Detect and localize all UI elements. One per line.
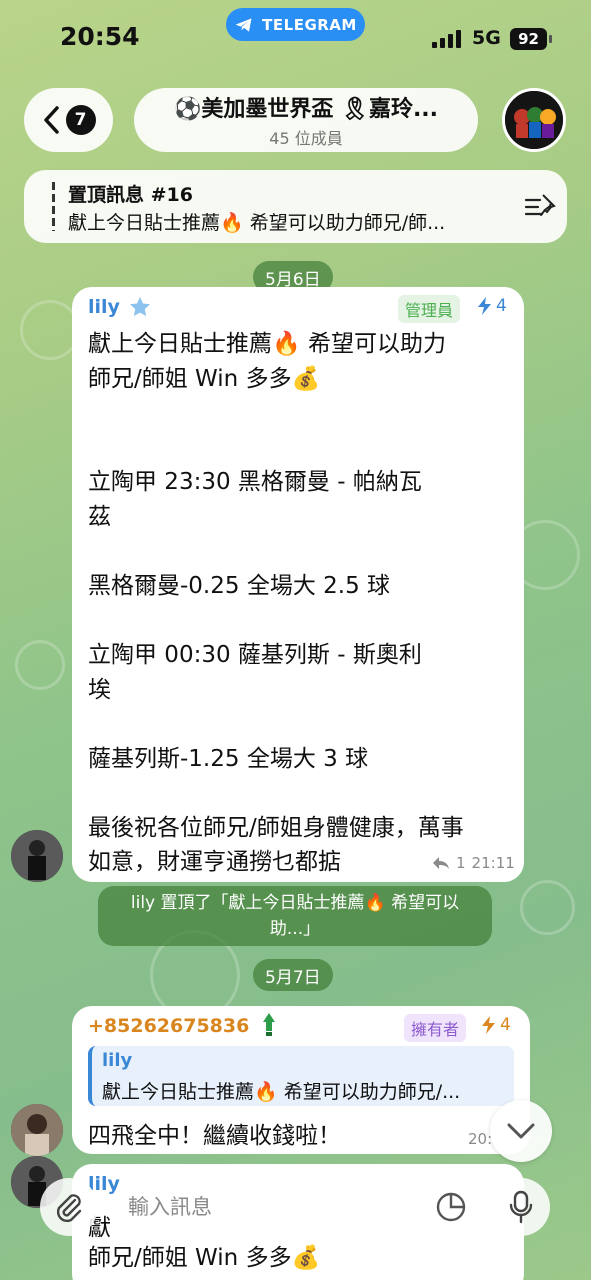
paperclip-icon xyxy=(56,1194,82,1223)
mascots-icon xyxy=(505,91,563,149)
quote-text: 獻上今日貼士推薦🔥 希望可以助力師兄/... xyxy=(102,1081,461,1103)
service-line: 助...」 xyxy=(269,919,321,939)
reply-count: 1 xyxy=(456,854,466,872)
boost-icon xyxy=(482,1016,495,1034)
attach-button[interactable] xyxy=(40,1178,98,1236)
background-doodle xyxy=(15,640,65,690)
chat-title: ⚽美加墨世界盃 🎗嘉玲... xyxy=(173,97,439,122)
sender-name[interactable]: lily xyxy=(88,296,120,318)
message-line: 立陶甲 23:30 黑格爾曼 - 帕納瓦 xyxy=(88,469,422,495)
sticker-icon[interactable] xyxy=(434,1190,468,1224)
message-line: 最後祝各位師兄/師姐身體健康，萬事 xyxy=(88,815,464,841)
message-line: 茲 xyxy=(88,504,111,530)
group-avatar[interactable] xyxy=(502,88,566,152)
background-doodle xyxy=(520,880,575,935)
battery-tip xyxy=(549,35,552,43)
status-time: 20:54 xyxy=(60,22,140,51)
user-avatar[interactable] xyxy=(11,1104,63,1156)
telegram-label: TELEGRAM xyxy=(262,15,357,34)
reply-icon xyxy=(433,857,449,869)
scroll-down-button[interactable] xyxy=(490,1100,552,1162)
pin-service-message[interactable]: lily 置頂了「獻上今日貼士推薦🔥 希望可以 助...」 xyxy=(98,886,492,946)
message-line: 師兄/師姐 Win 多多💰 xyxy=(88,1245,321,1271)
message-bubble[interactable]: lily 管理員 4 獻上今日貼士推薦🔥 希望可以助力 師兄/師姐 Win 多多… xyxy=(72,287,524,882)
reply-quote[interactable]: lily 獻上今日貼士推薦🔥 希望可以助力師兄/... xyxy=(88,1046,514,1106)
telegram-pill[interactable]: TELEGRAM xyxy=(226,8,365,41)
microphone-button[interactable] xyxy=(492,1178,550,1236)
pinned-indicator xyxy=(52,182,55,231)
boost-icon xyxy=(478,297,491,315)
chevron-left-icon xyxy=(43,106,59,134)
message-line: 立陶甲 00:30 薩基列斯 - 斯奧利 xyxy=(88,642,422,668)
message-line: 埃 xyxy=(88,677,111,703)
unread-badge: 7 xyxy=(65,105,96,135)
message-line: 如意，財運亨通撈乜都掂 xyxy=(88,849,341,875)
star-icon xyxy=(130,297,150,317)
background-doodle xyxy=(20,300,80,360)
boost-value: 4 xyxy=(496,296,507,316)
message-time: 21:11 xyxy=(471,854,515,872)
sender-name[interactable]: +85262675836 xyxy=(88,1015,249,1037)
boost-count: 4 xyxy=(480,1015,511,1035)
message-line: 師兄/師姐 Win 多多💰 xyxy=(88,366,321,392)
quote-sender: lily xyxy=(102,1050,133,1071)
battery-icon: 92 xyxy=(510,28,547,50)
network-type: 5G xyxy=(472,27,501,49)
message-line: 黑格爾曼-0.25 全場大 2.5 球 xyxy=(88,573,391,599)
date-chip: 5月7日 xyxy=(253,959,333,991)
avatar-photo xyxy=(11,1104,63,1156)
service-line: lily 置頂了「獻上今日貼士推薦🔥 希望可以 xyxy=(130,893,460,913)
boost-count: 4 xyxy=(476,296,507,316)
rocket-emoji-icon xyxy=(263,1013,275,1036)
message-line: 四飛全中！繼續收錢啦！ xyxy=(88,1123,341,1149)
chevron-down-icon xyxy=(507,1123,535,1139)
chat-header[interactable]: ⚽美加墨世界盃 🎗嘉玲... 45 位成員 xyxy=(134,88,478,152)
pinned-message[interactable]: 置頂訊息 #16 獻上今日貼士推薦🔥 希望可以助力師兄/師... xyxy=(24,170,567,243)
back-button[interactable]: 7 xyxy=(24,88,113,152)
message-line: 獻上今日貼士推薦🔥 希望可以助力 xyxy=(88,331,446,357)
message-input-container[interactable] xyxy=(110,1178,484,1236)
pin-list-icon[interactable] xyxy=(524,192,560,222)
message-line: 薩基列斯-1.25 全場大 3 球 xyxy=(88,746,369,772)
avatar-photo xyxy=(11,830,63,882)
signal-icon xyxy=(432,30,461,48)
microphone-icon xyxy=(509,1190,533,1224)
message-meta: 1 21:11 xyxy=(432,854,515,872)
message-time: 20: xyxy=(468,1130,493,1148)
message-bubble[interactable]: +85262675836 擁有者 4 lily 獻上今日貼士推薦🔥 希望可以助力… xyxy=(72,1006,530,1154)
message-input[interactable] xyxy=(128,1192,428,1222)
boost-value: 4 xyxy=(500,1015,511,1035)
member-count: 45 位成員 xyxy=(269,129,343,148)
telegram-icon xyxy=(235,17,252,32)
pinned-text: 獻上今日貼士推薦🔥 希望可以助力師兄/師... xyxy=(68,212,446,234)
user-avatar[interactable] xyxy=(11,830,63,882)
admin-role-badge: 管理員 xyxy=(398,295,461,323)
owner-role-badge: 擁有者 xyxy=(404,1014,467,1042)
pinned-title: 置頂訊息 #16 xyxy=(68,184,193,206)
